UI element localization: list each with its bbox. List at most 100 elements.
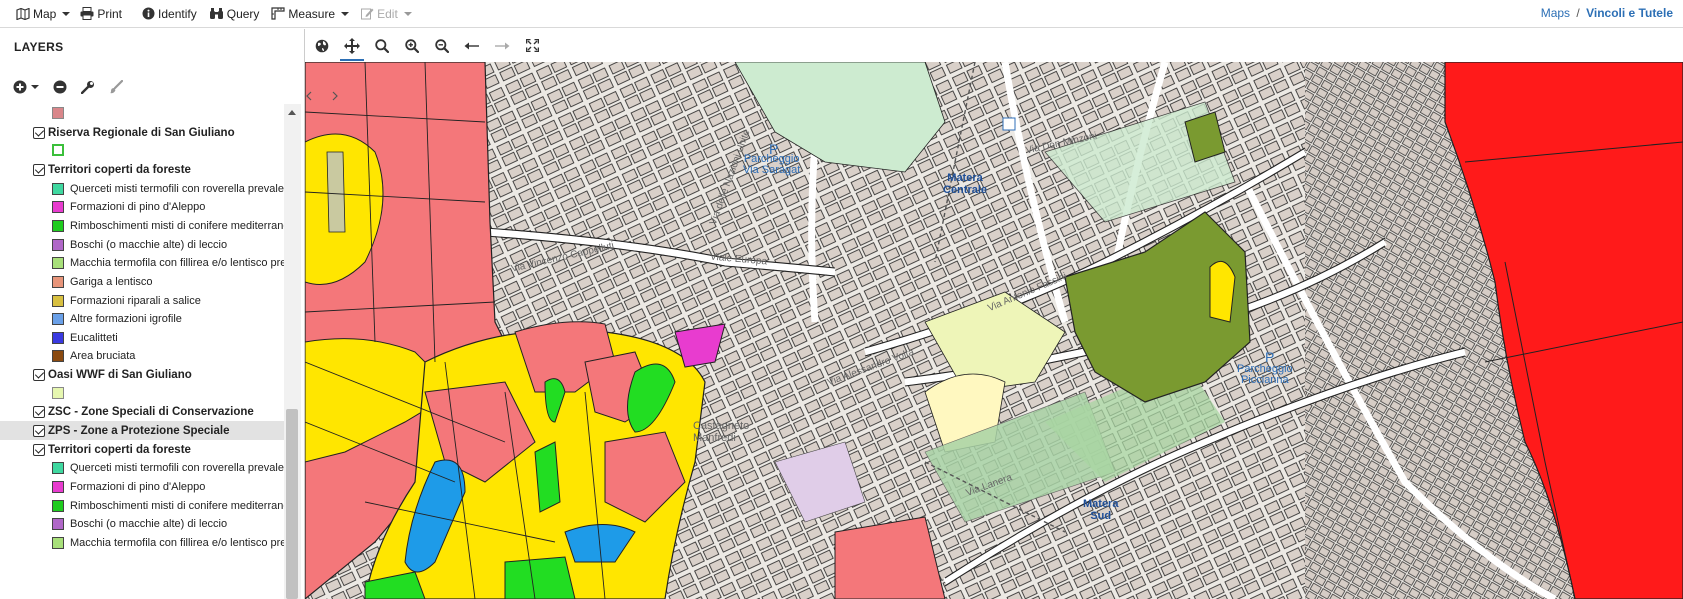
station-label: Matera Sud <box>1083 498 1119 522</box>
forward-button[interactable] <box>487 31 517 61</box>
layer-item-label: Area bruciata <box>70 349 136 362</box>
layer-legend-swatch <box>52 256 64 269</box>
layer-legend-swatch <box>52 517 64 530</box>
layer-item[interactable]: Area bruciata <box>0 346 284 365</box>
layer-group-label: Territori coperti da foreste <box>48 163 191 176</box>
layers-panel-title: LAYERS <box>14 40 64 54</box>
breadcrumb-current[interactable]: Vincoli e Tutele <box>1586 6 1673 20</box>
brush-icon <box>110 80 123 94</box>
layer-item[interactable]: Gariga a lentisco <box>0 272 284 291</box>
layer-item-label: Formazioni di pino d'Aleppo <box>70 480 206 493</box>
query-button[interactable]: Query <box>209 6 260 21</box>
parking-label: Parcheggio Piccianna <box>1237 363 1293 386</box>
chevron-down-icon <box>341 11 350 16</box>
map-nav-arrows[interactable] <box>305 62 339 182</box>
zoom-out-button[interactable] <box>427 31 457 61</box>
scrollbar-thumb[interactable] <box>286 409 298 599</box>
layer-item[interactable]: Formazioni di pino d'Aleppo <box>0 477 284 496</box>
layer-group[interactable]: Territori coperti da foreste <box>0 160 284 179</box>
search-tool-button[interactable] <box>367 31 397 61</box>
layer-item-label: Querceti misti termofili con roverella p… <box>70 182 284 195</box>
layer-visibility-checkbox[interactable] <box>33 443 45 456</box>
layer-item[interactable]: Formazioni di pino d'Aleppo <box>0 197 284 216</box>
remove-layer-button[interactable] <box>53 80 67 94</box>
chevron-down-icon <box>62 11 71 16</box>
layer-style-button[interactable] <box>109 80 123 94</box>
fullscreen-button[interactable] <box>517 31 547 61</box>
back-button[interactable] <box>457 31 487 61</box>
chevron-down-icon <box>31 85 39 89</box>
map-canvas[interactable]: P P Via Vincenzo Cappelluti Viale Europa… <box>305 62 1683 599</box>
layer-legend-swatch <box>52 499 64 512</box>
layer-legend-swatch <box>52 387 64 399</box>
chevron-down-icon <box>403 11 412 16</box>
layer-item[interactable]: Rimboschimenti misti di conifere mediter… <box>0 496 284 515</box>
layer-item[interactable]: Querceti misti termofili con roverella p… <box>0 458 284 477</box>
layer-group[interactable]: ZPS - Zone a Protezione Speciale <box>0 421 284 440</box>
layer-item[interactable]: Macchia termofila con fillirea e/o lenti… <box>0 533 284 552</box>
pan-icon <box>344 37 360 54</box>
layer-visibility-checkbox[interactable] <box>33 424 45 437</box>
zoom-in-icon <box>405 38 419 53</box>
layer-item-label: Rimboschimenti misti di conifere mediter… <box>70 499 284 512</box>
layer-group[interactable]: Oasi WWF di San Giuliano <box>0 365 284 384</box>
main-toolbar: Map Print Identify Query Measure Edit Ma… <box>0 0 1683 28</box>
layer-legend-swatch <box>52 294 64 307</box>
station-label: Matera Centrale <box>943 172 988 196</box>
layer-item[interactable]: Eucalitteti <box>0 328 284 347</box>
fullscreen-icon <box>525 39 539 52</box>
layer-item-label: Macchia termofila con fillirea e/o lenti… <box>70 256 284 269</box>
layer-tree-scrollbar[interactable] <box>284 104 301 599</box>
layer-legend-swatch <box>52 275 64 288</box>
edit-button[interactable]: Edit <box>361 7 412 21</box>
globe-tool-button[interactable] <box>307 31 337 61</box>
layers-panel: LAYERS Riserva Regionale di San Giuliano… <box>0 29 305 599</box>
map-menu-button[interactable]: Map <box>16 7 71 21</box>
identify-button[interactable]: Identify <box>142 7 197 21</box>
layer-item[interactable]: Boschi (o macchie alte) di leccio <box>0 514 284 533</box>
ruler-icon <box>271 7 286 20</box>
breadcrumb-separator: / <box>1576 6 1580 20</box>
layer-group[interactable]: ZSC - Zone Speciali di Conservazione <box>0 402 284 421</box>
identify-label: Identify <box>158 6 197 21</box>
layer-group-label: ZSC - Zone Speciali di Conservazione <box>48 405 254 418</box>
layer-tree: Riserva Regionale di San Giuliano Territo… <box>0 104 284 599</box>
layer-item[interactable]: Querceti misti termofili con roverella p… <box>0 179 284 198</box>
layer-group-label: Riserva Regionale di San Giuliano <box>48 126 235 139</box>
layer-legend-swatch <box>52 349 64 362</box>
layer-item-label: Boschi (o macchie alte) di leccio <box>70 238 228 251</box>
back-icon <box>464 42 479 49</box>
layer-item-label: Gariga a lentisco <box>70 275 153 288</box>
scroll-up-icon[interactable] <box>288 110 296 115</box>
layer-visibility-checkbox[interactable] <box>33 163 45 176</box>
globe-icon <box>315 39 329 52</box>
measure-button[interactable]: Measure <box>271 6 350 21</box>
layer-item[interactable]: Rimboschimenti misti di conifere mediter… <box>0 216 284 235</box>
layer-group[interactable]: Territori coperti da foreste <box>0 440 284 459</box>
layer-visibility-checkbox[interactable] <box>33 405 45 418</box>
query-label: Query <box>226 6 260 21</box>
layer-item[interactable]: Formazioni riparali a salice <box>0 291 284 310</box>
layer-visibility-checkbox[interactable] <box>33 126 45 139</box>
layer-legend-swatch <box>52 219 64 232</box>
parking-label: Parcheggio Via Saragat <box>743 153 801 176</box>
print-button[interactable]: Print <box>80 7 122 21</box>
add-layer-button[interactable] <box>13 80 39 94</box>
pan-tool-button[interactable] <box>337 31 367 61</box>
map-toolbar <box>305 29 1683 62</box>
layer-legend-swatch <box>52 200 64 213</box>
layer-group-label: Territori coperti da foreste <box>48 443 191 456</box>
layer-item[interactable]: Altre formazioni igrofile <box>0 309 284 328</box>
layer-group[interactable]: Riserva Regionale di San Giuliano <box>0 123 284 142</box>
breadcrumb-maps-link[interactable]: Maps <box>1541 6 1570 20</box>
layer-item[interactable]: Boschi (o macchie alte) di leccio <box>0 235 284 254</box>
print-label: Print <box>97 6 123 21</box>
measure-label: Measure <box>288 6 336 21</box>
layer-item-label: Eucalitteti <box>70 331 118 344</box>
layer-item[interactable]: Macchia termofila con fillirea e/o lenti… <box>0 253 284 272</box>
layer-settings-button[interactable] <box>81 80 95 94</box>
layer-item-label: Macchia termofila con fillirea e/o lenti… <box>70 536 284 549</box>
zoom-in-button[interactable] <box>397 31 427 61</box>
layer-visibility-checkbox[interactable] <box>33 368 45 381</box>
edit-icon <box>361 8 374 20</box>
